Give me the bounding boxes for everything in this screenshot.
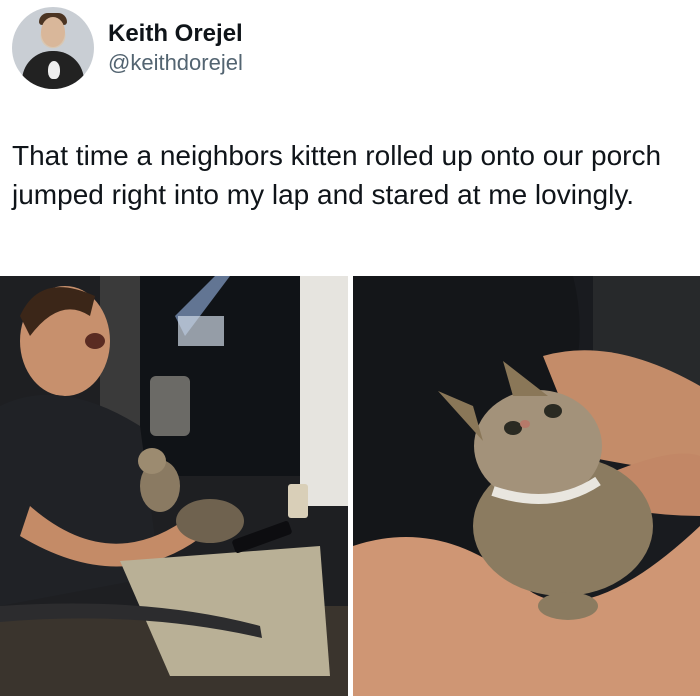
tweet-text: That time a neighbors kitten rolled up o… xyxy=(12,140,662,210)
avatar-face xyxy=(41,17,65,47)
author-names: Keith Orejel @keithdorejel xyxy=(108,19,243,77)
avatar-shirt-graphic xyxy=(48,61,60,79)
photo-man-with-kitten-graphic xyxy=(0,276,348,696)
tweet-card: Keith Orejel @keithdorejel That time a n… xyxy=(0,0,700,696)
handle[interactable]: @keithdorejel xyxy=(108,49,243,77)
photo-man-with-kitten[interactable] xyxy=(0,276,348,696)
photo-kitten-closeup-graphic xyxy=(353,276,700,696)
display-name[interactable]: Keith Orejel xyxy=(108,19,243,49)
media-grid xyxy=(0,276,700,696)
photo-kitten-closeup[interactable] xyxy=(353,276,700,696)
avatar[interactable] xyxy=(12,7,94,89)
tweet-header: Keith Orejel @keithdorejel xyxy=(12,6,243,90)
